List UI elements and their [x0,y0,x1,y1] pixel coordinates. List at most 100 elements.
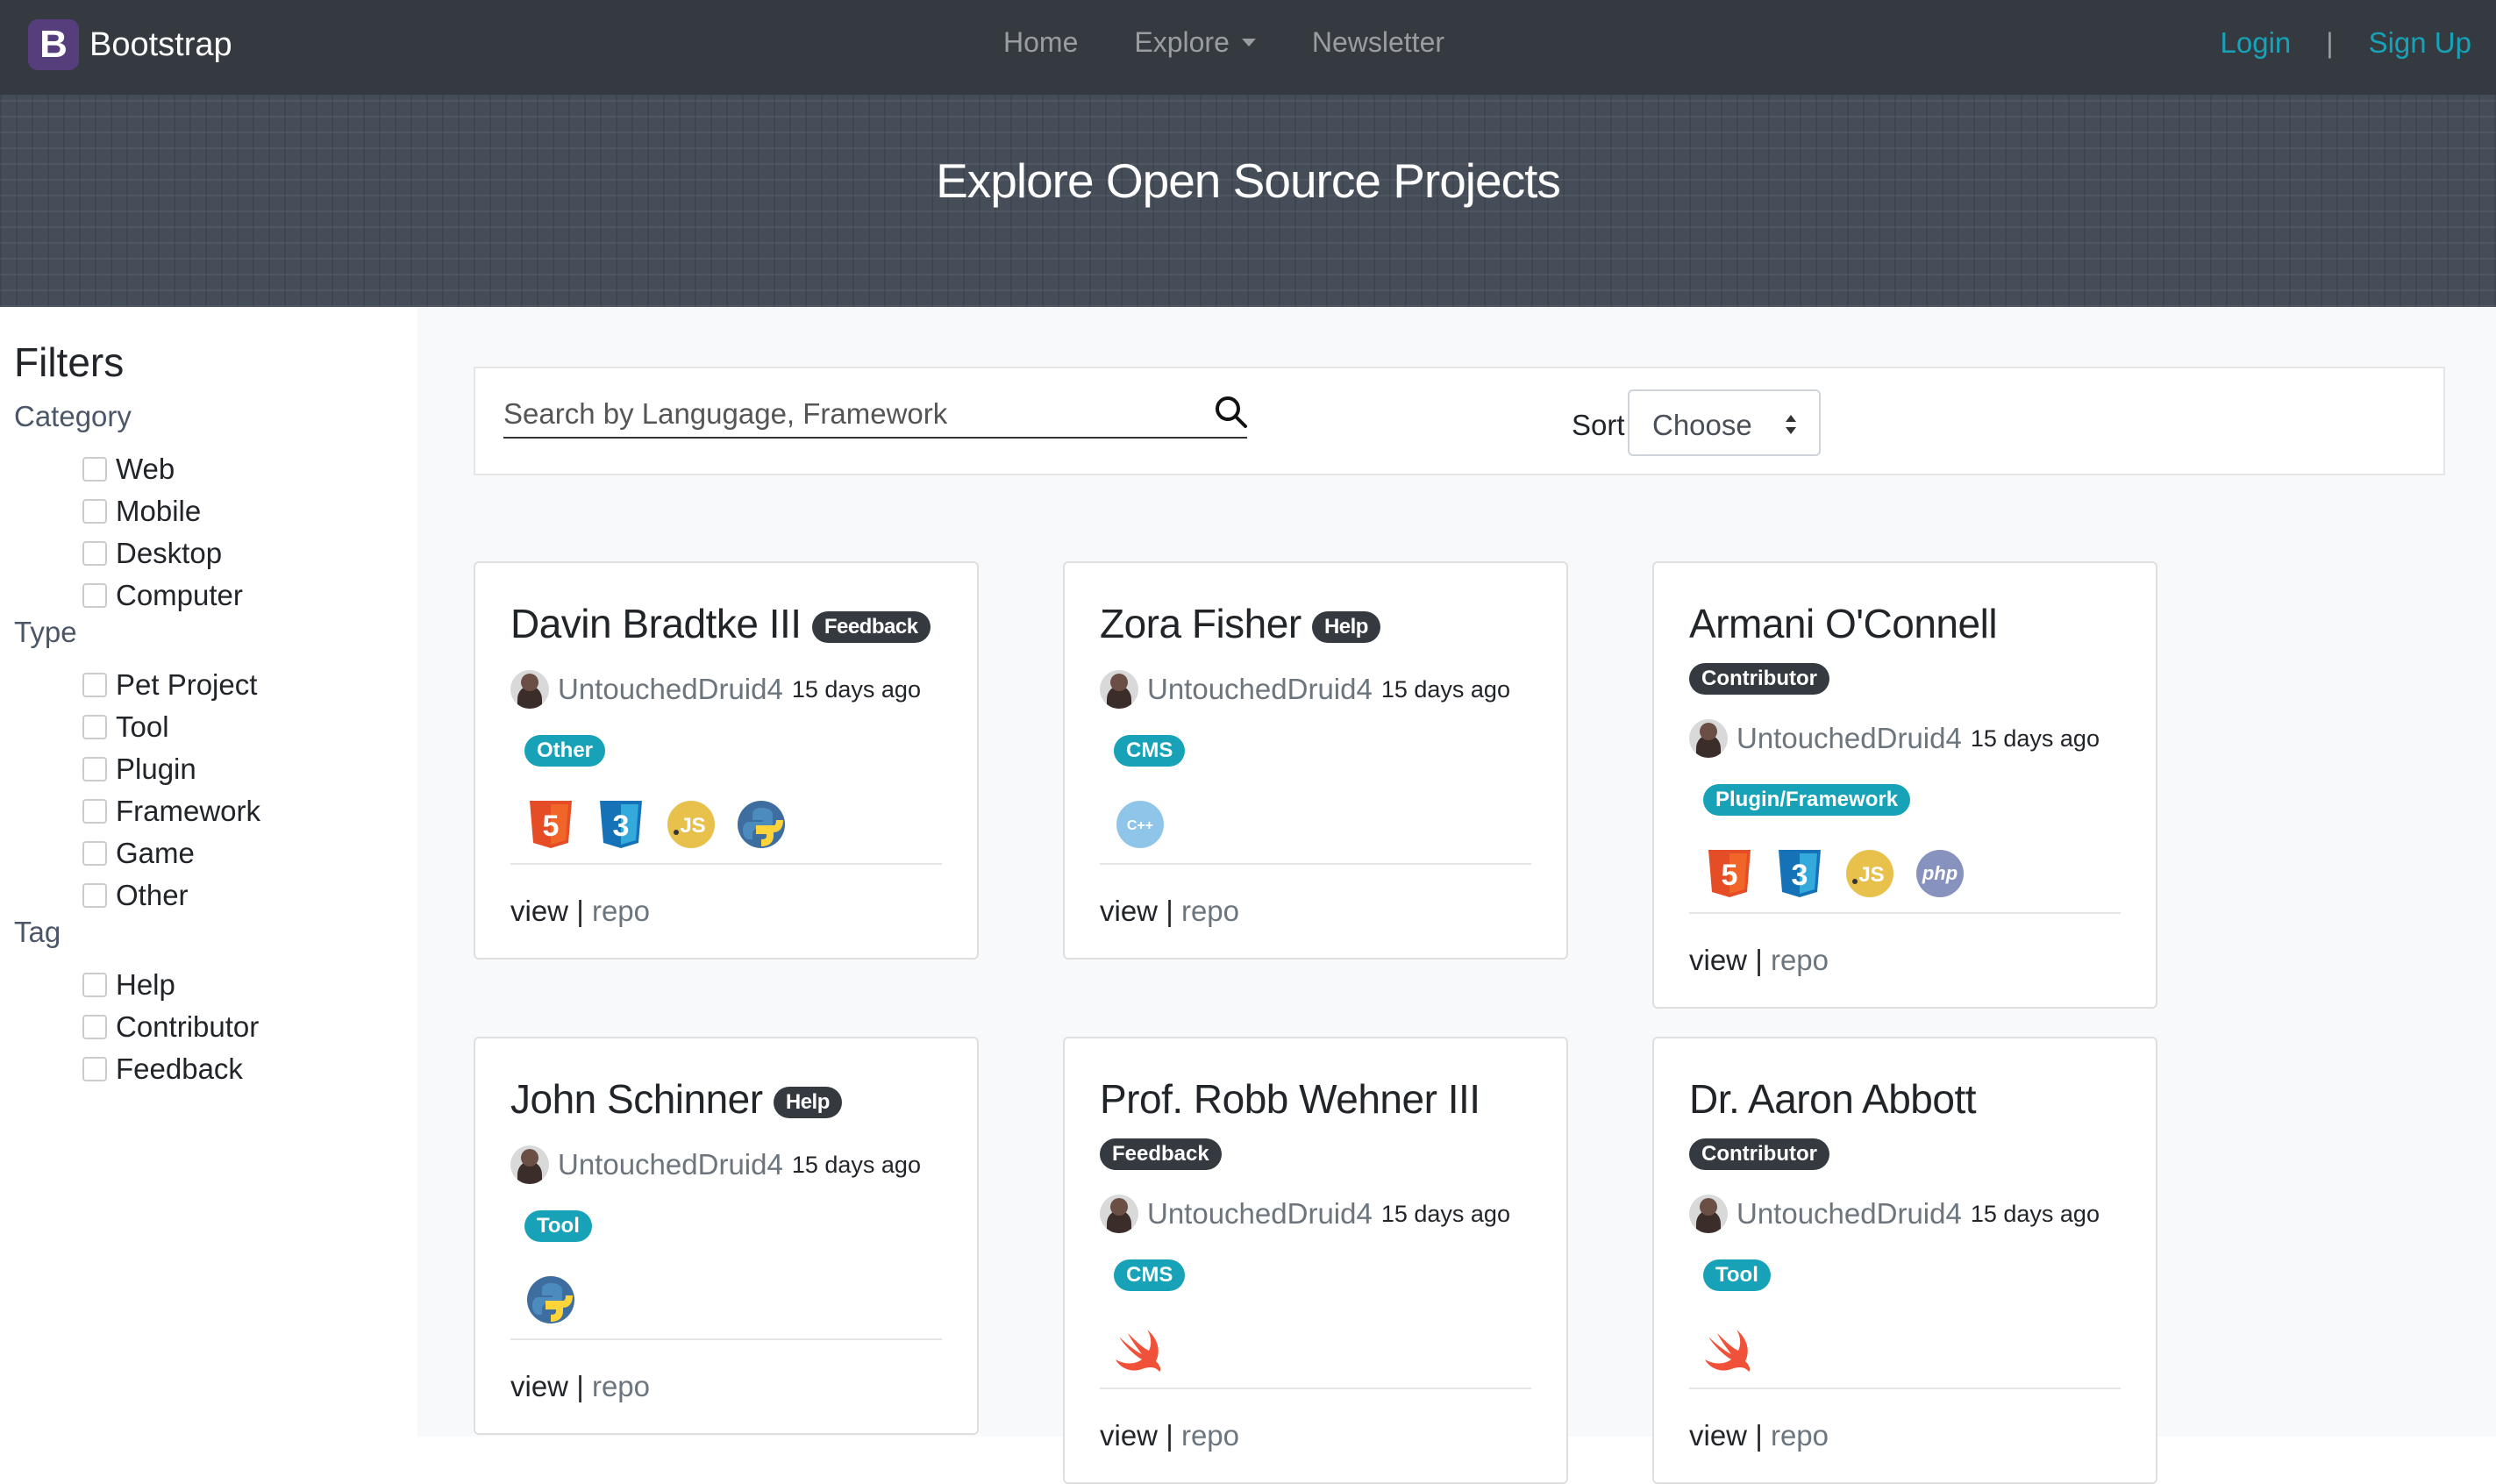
nav-link-explore[interactable]: Explore [1134,26,1256,59]
filter-tag-contributor[interactable]: Contributor [82,1010,259,1044]
brand[interactable]: B Bootstrap [28,19,232,70]
author-name[interactable]: UntouchedDruid4 [1737,1197,1962,1231]
timestamp: 15 days ago [1380,1200,1510,1227]
search-panel: Sort Choose [474,367,2445,475]
project-title[interactable]: Armani O'Connell [1689,600,1998,647]
checkbox[interactable] [82,673,107,697]
html5-icon: 5 [1703,847,1756,900]
view-link[interactable]: view [510,1370,568,1402]
auth-separator: | [2326,26,2334,59]
login-link[interactable]: Login [2221,26,2292,60]
filter-tag-feedback[interactable]: Feedback [82,1052,243,1086]
view-link[interactable]: view [1100,895,1158,927]
tag-badge: Help [773,1086,842,1118]
filter-group-tag-title: Tag [14,916,61,948]
author-row: UntouchedDruid4 15 days ago [510,670,921,709]
filter-label: Computer [116,579,243,611]
checkbox[interactable] [82,583,107,608]
project-title-text: Armani O'Connell [1689,601,1998,646]
checkbox[interactable] [82,499,107,524]
checkbox[interactable] [82,883,107,908]
sort-select[interactable]: Choose [1628,389,1821,456]
author-name[interactable]: UntouchedDruid4 [558,1148,783,1181]
nav-links: Home Explore Newsletter [1003,26,1501,59]
filter-type-other[interactable]: Other [82,879,189,912]
filter-category-computer[interactable]: Computer [82,579,243,612]
view-link[interactable]: view [510,895,568,927]
author-name[interactable]: UntouchedDruid4 [1147,1197,1373,1231]
svg-text:3: 3 [613,810,630,843]
filter-label: Mobile [116,495,202,527]
checkbox[interactable] [82,757,107,781]
filter-type-framework[interactable]: Framework [82,795,260,828]
view-link[interactable]: view [1689,1419,1747,1452]
checkbox[interactable] [82,1057,107,1081]
filter-label: Framework [116,795,261,827]
tag-badge: Contributor [1689,1138,1829,1170]
link-separator: | [1166,895,1173,927]
nav-link-home[interactable]: Home [1003,26,1078,59]
checkbox[interactable] [82,1015,107,1039]
card-divider [1100,863,1531,865]
php-icon: php [1914,847,1966,900]
swift-icon [1703,1323,1756,1375]
nav-link-newsletter[interactable]: Newsletter [1312,26,1444,59]
checkbox[interactable] [82,715,107,739]
author-row: UntouchedDruid4 15 days ago [510,1145,921,1184]
repo-link[interactable]: repo [1181,895,1239,927]
filter-type-plugin[interactable]: Plugin [82,753,196,786]
javascript-icon: JS [665,798,717,851]
view-link[interactable]: view [1100,1419,1158,1452]
project-title[interactable]: Prof. Robb Wehner III [1100,1075,1480,1123]
filter-category-web[interactable]: Web [82,453,175,486]
view-link[interactable]: view [1689,944,1747,976]
checkbox[interactable] [82,799,107,824]
card-links: view | repo [1689,1419,1829,1452]
project-title-text: Prof. Robb Wehner III [1100,1076,1480,1122]
card-divider [1689,912,2121,914]
repo-link[interactable]: repo [1771,1419,1829,1452]
page-title: Explore Open Source Projects [936,153,1561,208]
filter-label: Tool [116,710,169,743]
svg-text:JS: JS [1858,863,1884,887]
repo-link[interactable]: repo [592,1370,650,1402]
filter-label: Web [116,453,175,485]
type-badge: Tool [524,1210,592,1242]
filter-type-game[interactable]: Game [82,837,195,870]
project-title[interactable]: Davin Bradtke III Feedback [510,600,931,647]
filter-type-pet-project[interactable]: Pet Project [82,668,257,702]
card-links: view | repo [1100,1419,1239,1452]
author-name[interactable]: UntouchedDruid4 [1737,722,1962,755]
signup-link[interactable]: Sign Up [2369,26,2471,60]
link-separator: | [576,895,584,927]
filter-tag-help[interactable]: Help [82,968,175,1002]
filter-type-tool[interactable]: Tool [82,710,169,744]
filter-label: Pet Project [116,668,258,701]
author-row: UntouchedDruid4 15 days ago [1689,719,2100,758]
tag-badge: Contributor [1689,663,1829,695]
repo-link[interactable]: repo [592,895,650,927]
svg-text:5: 5 [543,810,560,843]
checkbox[interactable] [82,457,107,482]
author-name[interactable]: UntouchedDruid4 [1147,673,1373,706]
filter-category-mobile[interactable]: Mobile [82,495,201,528]
checkbox[interactable] [82,973,107,997]
project-title[interactable]: Zora Fisher Help [1100,600,1380,647]
checkbox[interactable] [82,541,107,566]
auth-links: Login | Sign Up [2221,26,2471,60]
project-title[interactable]: John Schinner Help [510,1075,842,1123]
repo-link[interactable]: repo [1181,1419,1239,1452]
svg-text:3: 3 [1792,859,1808,892]
filter-category-desktop[interactable]: Desktop [82,537,222,570]
project-card: Dr. Aaron Abbott Contributor UntouchedDr… [1652,1037,2157,1484]
timestamp: 15 days ago [791,1151,921,1178]
project-title[interactable]: Dr. Aaron Abbott [1689,1075,1977,1123]
repo-link[interactable]: repo [1771,944,1829,976]
search-icon[interactable] [1214,395,1249,430]
checkbox[interactable] [82,841,107,866]
project-card: John Schinner Help UntouchedDruid4 15 da… [474,1037,979,1435]
card-links: view | repo [1689,944,1829,977]
author-name[interactable]: UntouchedDruid4 [558,673,783,706]
tech-icons: 5 3 JS php [1703,847,1984,900]
search-input[interactable] [503,391,1247,439]
